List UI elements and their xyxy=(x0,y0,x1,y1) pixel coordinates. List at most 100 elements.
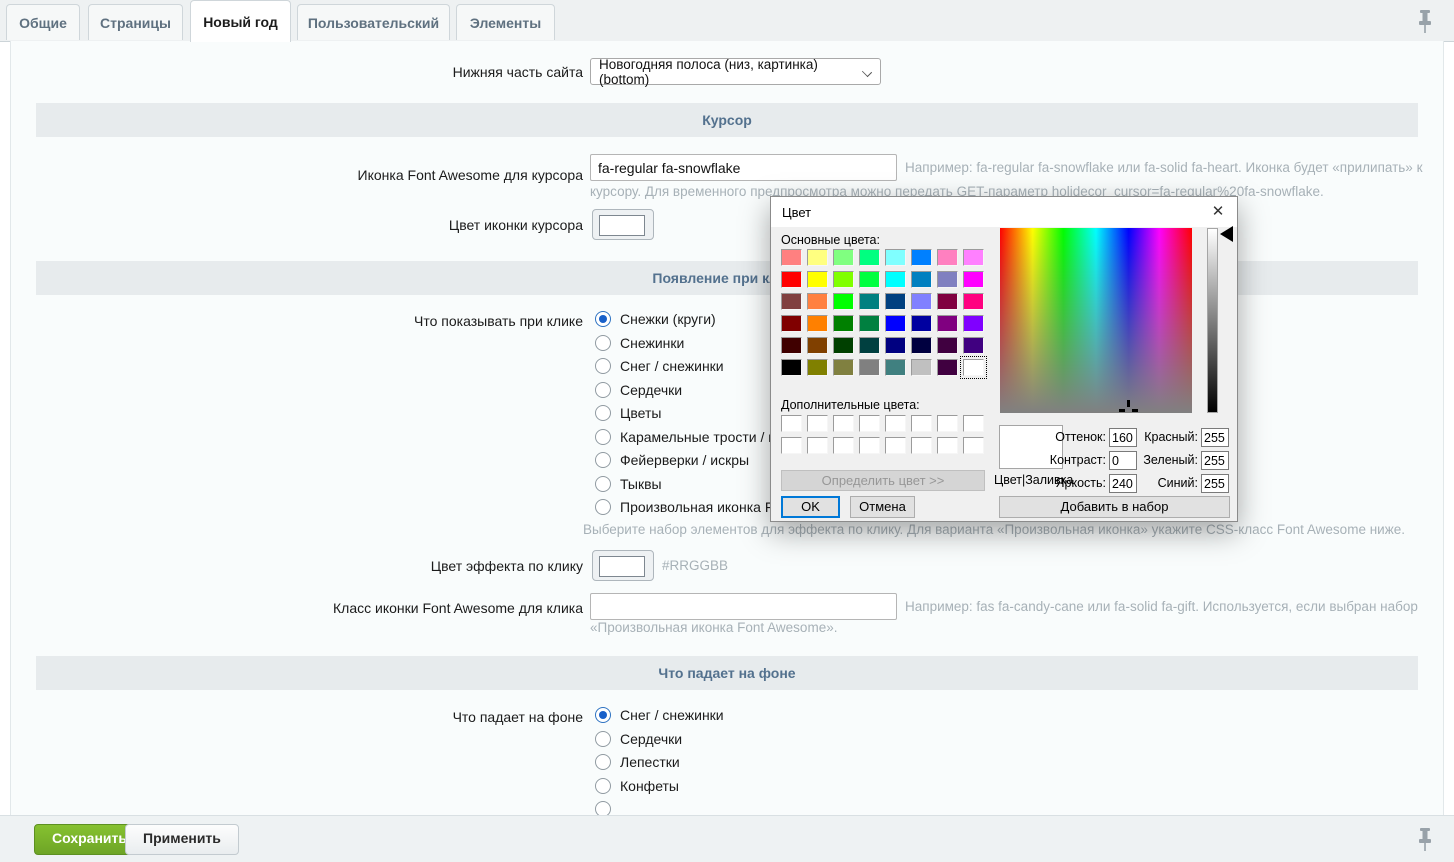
click-show-radio[interactable] xyxy=(595,452,611,468)
custom-color-swatch[interactable] xyxy=(963,415,984,432)
tab-novyi-god[interactable]: Новый год xyxy=(190,0,291,42)
custom-color-swatch[interactable] xyxy=(807,437,828,454)
tab-obshchie[interactable]: Общие xyxy=(6,4,80,40)
click-show-radio[interactable] xyxy=(595,358,611,374)
custom-color-swatch[interactable] xyxy=(937,437,958,454)
basic-color-swatch[interactable] xyxy=(781,337,802,354)
click-icon-class-input[interactable] xyxy=(590,593,897,620)
basic-color-swatch[interactable] xyxy=(781,271,802,288)
custom-color-swatch[interactable] xyxy=(807,415,828,432)
fall-option[interactable]: Конфеты xyxy=(595,778,724,794)
basic-color-swatch[interactable] xyxy=(937,293,958,310)
basic-color-swatch[interactable] xyxy=(781,249,802,266)
custom-color-swatch[interactable] xyxy=(781,415,802,432)
basic-color-swatch[interactable] xyxy=(937,249,958,266)
add-to-set-button[interactable]: Добавить в набор xyxy=(999,496,1230,518)
basic-color-swatch[interactable] xyxy=(781,359,802,376)
basic-color-swatch[interactable] xyxy=(807,249,828,266)
cancel-button[interactable]: Отмена xyxy=(850,496,915,518)
basic-color-swatch[interactable] xyxy=(781,293,802,310)
basic-color-swatch[interactable] xyxy=(963,337,984,354)
apply-button[interactable]: Применить xyxy=(125,824,239,855)
basic-color-swatch[interactable] xyxy=(807,271,828,288)
click-show-radio[interactable] xyxy=(595,335,611,351)
basic-color-swatch[interactable] xyxy=(911,337,932,354)
basic-color-swatch[interactable] xyxy=(885,337,906,354)
ok-button[interactable]: OK xyxy=(781,496,840,518)
color-dialog-titlebar[interactable]: Цвет ✕ xyxy=(771,197,1237,227)
basic-color-swatch[interactable] xyxy=(911,249,932,266)
tab-polzovatelskii[interactable]: Пользовательский xyxy=(297,4,450,40)
basic-color-swatch[interactable] xyxy=(807,359,828,376)
custom-color-swatch[interactable] xyxy=(859,437,880,454)
pin-icon-bottom[interactable] xyxy=(1416,827,1434,853)
basic-color-swatch[interactable] xyxy=(885,359,906,376)
fall-radio[interactable] xyxy=(595,754,611,770)
custom-color-swatch[interactable] xyxy=(937,415,958,432)
basic-color-swatch[interactable] xyxy=(859,293,880,310)
lum-input[interactable] xyxy=(1109,474,1137,493)
blue-input[interactable] xyxy=(1201,474,1229,493)
click-show-radio-selected[interactable] xyxy=(595,311,611,327)
site-bottom-select[interactable]: Новогодняя полоса (низ, картинка) (botto… xyxy=(590,58,881,85)
basic-color-swatch[interactable] xyxy=(781,315,802,332)
click-show-radio[interactable] xyxy=(595,382,611,398)
red-input[interactable] xyxy=(1201,428,1229,447)
basic-color-swatch[interactable] xyxy=(833,359,854,376)
custom-color-swatch[interactable] xyxy=(963,437,984,454)
basic-color-swatch[interactable] xyxy=(833,293,854,310)
click-color-swatch-button[interactable] xyxy=(592,550,654,581)
hue-input[interactable] xyxy=(1109,428,1137,447)
basic-color-swatch[interactable] xyxy=(937,359,958,376)
fall-radio-selected[interactable] xyxy=(595,707,611,723)
basic-color-swatch[interactable] xyxy=(963,293,984,310)
basic-color-swatch[interactable] xyxy=(807,337,828,354)
basic-color-swatch[interactable] xyxy=(859,249,880,266)
click-show-radio[interactable] xyxy=(595,429,611,445)
basic-color-swatch[interactable] xyxy=(885,249,906,266)
custom-color-swatch[interactable] xyxy=(781,437,802,454)
basic-color-swatch[interactable] xyxy=(885,293,906,310)
basic-color-swatch[interactable] xyxy=(833,315,854,332)
basic-color-swatch[interactable] xyxy=(859,271,880,288)
basic-color-swatch[interactable] xyxy=(937,337,958,354)
fall-option[interactable]: Сердечки xyxy=(595,731,724,747)
basic-color-swatch[interactable] xyxy=(937,315,958,332)
basic-color-swatch[interactable] xyxy=(937,271,958,288)
basic-color-swatch[interactable] xyxy=(911,315,932,332)
cursor-color-swatch-button[interactable] xyxy=(592,209,654,240)
basic-color-swatch[interactable] xyxy=(807,293,828,310)
basic-color-swatch[interactable] xyxy=(807,315,828,332)
fall-option[interactable]: Лепестки xyxy=(595,754,724,770)
basic-color-swatch-selected[interactable] xyxy=(963,359,984,376)
tab-stranitsy[interactable]: Страницы xyxy=(88,4,183,40)
fall-radio[interactable] xyxy=(595,731,611,747)
custom-color-swatch[interactable] xyxy=(885,415,906,432)
basic-color-swatch[interactable] xyxy=(833,249,854,266)
custom-color-swatch[interactable] xyxy=(911,415,932,432)
basic-color-swatch[interactable] xyxy=(859,337,880,354)
basic-color-swatch[interactable] xyxy=(963,249,984,266)
click-show-radio[interactable] xyxy=(595,476,611,492)
tab-elementy[interactable]: Элементы xyxy=(456,4,555,40)
luminance-slider-arrow[interactable] xyxy=(1220,226,1233,242)
click-show-radio[interactable] xyxy=(595,499,611,515)
close-icon[interactable]: ✕ xyxy=(1207,201,1229,223)
custom-color-swatch[interactable] xyxy=(833,437,854,454)
basic-color-swatch[interactable] xyxy=(911,271,932,288)
basic-color-swatch[interactable] xyxy=(859,359,880,376)
basic-color-swatch[interactable] xyxy=(911,293,932,310)
basic-color-swatch[interactable] xyxy=(911,359,932,376)
click-show-radio[interactable] xyxy=(595,405,611,421)
fall-radio[interactable] xyxy=(595,778,611,794)
custom-color-swatch[interactable] xyxy=(833,415,854,432)
basic-color-swatch[interactable] xyxy=(963,271,984,288)
hue-saturation-field[interactable] xyxy=(1000,228,1192,413)
basic-color-swatch[interactable] xyxy=(859,315,880,332)
green-input[interactable] xyxy=(1201,451,1229,470)
custom-color-swatch[interactable] xyxy=(885,437,906,454)
custom-color-swatch[interactable] xyxy=(859,415,880,432)
basic-color-swatch[interactable] xyxy=(963,315,984,332)
sat-input[interactable] xyxy=(1109,451,1137,470)
basic-color-swatch[interactable] xyxy=(885,271,906,288)
